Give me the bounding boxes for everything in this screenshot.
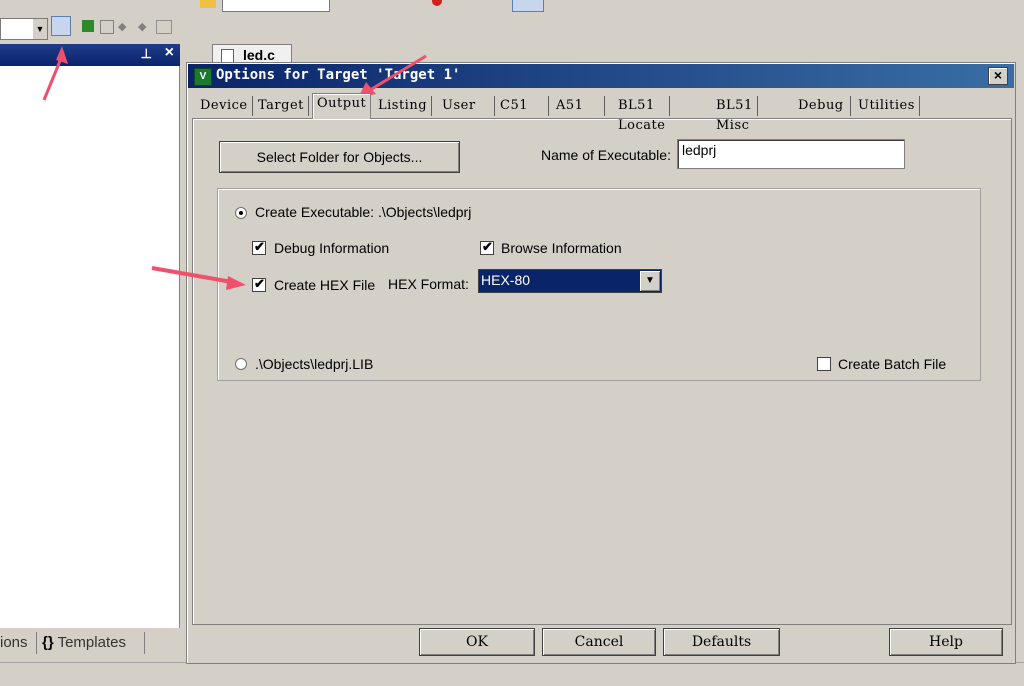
create-library-radio[interactable] (235, 358, 247, 370)
close-button[interactable]: × (988, 67, 1008, 85)
close-icon[interactable]: × (165, 44, 174, 62)
tab-target[interactable]: Target (254, 96, 309, 116)
editor-tab-label: led.c (243, 47, 275, 63)
tab-utilities[interactable]: Utilities (854, 96, 920, 116)
name-of-executable-label: Name of Executable: (541, 147, 671, 163)
create-hex-file-checkbox[interactable]: ✔ (252, 276, 266, 292)
create-executable-radio[interactable] (235, 207, 247, 219)
uvision-icon: V (194, 68, 212, 86)
manage-environment-icon[interactable] (156, 20, 172, 34)
dialog-title: Options for Target 'Target 1' (216, 67, 461, 83)
create-hex-file-label: Create HEX File (274, 277, 376, 293)
dialog-titlebar: V Options for Target 'Target 1' × (188, 64, 1014, 88)
tab-separator (144, 632, 145, 654)
browse-information-label: Browse Information (501, 240, 622, 256)
hex-format-label: HEX Format: (388, 276, 469, 292)
help-button[interactable]: Help (889, 628, 1003, 656)
target-combo[interactable]: ▼ (0, 18, 48, 40)
tab-listing[interactable]: Listing (374, 96, 433, 116)
templates-icon: {} (42, 634, 54, 651)
main-toolbar (0, 0, 1024, 14)
create-library-label: .\Objects\ledprj.LIB (255, 356, 374, 372)
tab-functions[interactable]: ions (0, 634, 28, 651)
pin-icon[interactable]: ⊥ (141, 46, 152, 62)
check-icon: ✔ (254, 276, 265, 291)
create-batch-file-label: Create Batch File (838, 356, 947, 372)
secondary-toolbar: ▼ ◆ ◆ (0, 14, 1024, 44)
tab-user[interactable]: User (438, 96, 495, 116)
name-of-executable-input[interactable]: ledprj (677, 139, 905, 169)
tab-device[interactable]: Device (196, 96, 253, 116)
window-layout-icon[interactable] (512, 0, 544, 12)
folder-icon[interactable] (200, 0, 216, 8)
tab-templates[interactable]: {} Templates (42, 634, 126, 651)
target-options-icon[interactable] (51, 16, 71, 36)
browse-information-checkbox[interactable]: ✔ (480, 239, 494, 255)
hex-format-value: HEX-80 (481, 272, 531, 288)
create-batch-file-checkbox[interactable] (817, 357, 831, 371)
chevron-down-icon: ▼ (33, 19, 47, 39)
tab-bl51-misc[interactable]: BL51 Misc (712, 96, 758, 133)
tab-templates-label: Templates (57, 634, 126, 651)
select-folder-button[interactable]: Select Folder for Objects... (219, 141, 460, 173)
project-pane-tabs: ions {} Templates (0, 628, 180, 658)
tab-c51[interactable]: C51 (496, 96, 549, 116)
tab-a51[interactable]: A51 (552, 96, 605, 116)
tab-output[interactable]: Output (312, 93, 372, 119)
close-icon: × (993, 67, 1003, 83)
select-packs-icon[interactable]: ◆ (138, 20, 150, 33)
top-toolbar-combo[interactable] (222, 0, 330, 12)
status-bar (0, 662, 1024, 686)
hex-format-select[interactable]: HEX-80 ▼ (478, 269, 662, 293)
project-pane[interactable] (0, 66, 180, 628)
pack-installer-icon[interactable]: ◆ (118, 20, 130, 33)
cancel-button[interactable]: Cancel (542, 628, 656, 656)
ok-button[interactable]: OK (419, 628, 535, 656)
file-extensions-icon[interactable] (100, 20, 114, 34)
chevron-down-icon[interactable]: ▼ (640, 271, 660, 291)
project-pane-titlebar: ⊥ × (0, 44, 180, 66)
create-executable-label: Create Executable: .\Objects\ledprj (255, 204, 472, 220)
tab-bl51-locate[interactable]: BL51 Locate (614, 96, 671, 133)
breakpoint-icon[interactable] (432, 0, 442, 6)
tab-debug[interactable]: Debug (794, 96, 851, 116)
defaults-button[interactable]: Defaults (663, 628, 780, 656)
debug-information-label: Debug Information (274, 240, 390, 256)
debug-information-checkbox[interactable]: ✔ (252, 239, 266, 255)
check-icon: ✔ (254, 239, 265, 254)
manage-components-icon[interactable] (82, 20, 94, 32)
tab-separator (36, 632, 37, 654)
check-icon: ✔ (482, 239, 493, 254)
